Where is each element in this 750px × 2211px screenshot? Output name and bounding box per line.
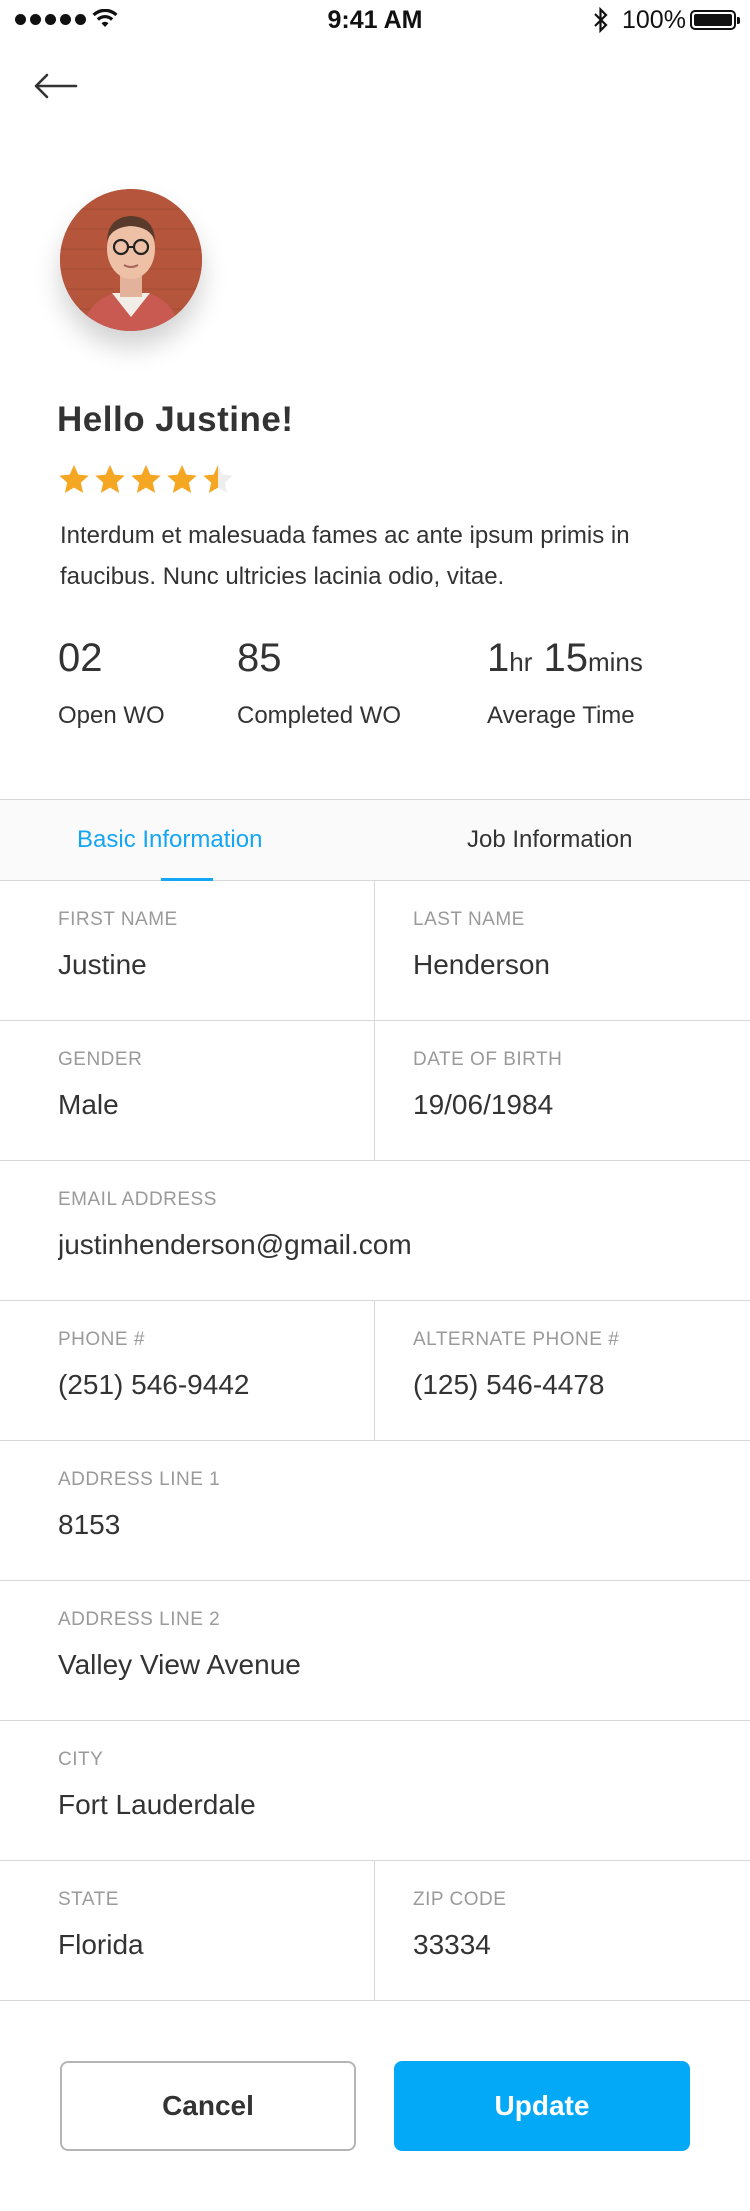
greeting-title: Hello Justine! xyxy=(57,400,294,439)
stat-open-wo-label: Open WO xyxy=(58,702,165,729)
form-row-address2: ADDRESS LINE 2 xyxy=(0,1581,750,1721)
form-row-address1: ADDRESS LINE 1 xyxy=(0,1441,750,1581)
battery-icon xyxy=(690,10,740,30)
last-name-label: LAST NAME xyxy=(413,909,525,930)
battery-percent: 100% xyxy=(622,6,686,34)
dob-field: DATE OF BIRTH xyxy=(375,1021,750,1160)
form-row-phones: PHONE # ALTERNATE PHONE # xyxy=(0,1301,750,1441)
city-label: CITY xyxy=(58,1749,104,1770)
star-icon xyxy=(59,465,89,493)
basic-information-form: FIRST NAME LAST NAME GENDER DATE OF BIRT… xyxy=(0,881,750,2001)
tab-job-information[interactable]: Job Information xyxy=(467,800,632,880)
tab-bar: Basic Information Job Information xyxy=(0,799,750,881)
last-name-input[interactable] xyxy=(413,949,713,981)
avatar xyxy=(60,189,202,331)
stat-minutes: 15 xyxy=(543,636,589,680)
star-icon xyxy=(131,465,161,493)
profile-bio: Interdum et malesuada fames ac ante ipsu… xyxy=(60,522,630,590)
form-row-state-zip: STATE ZIP CODE xyxy=(0,1861,750,2001)
zip-label: ZIP CODE xyxy=(413,1889,507,1910)
state-label: STATE xyxy=(58,1889,119,1910)
star-icon xyxy=(167,465,197,493)
update-button[interactable]: Update xyxy=(394,2061,690,2151)
stat-hours: 1 xyxy=(487,636,510,680)
zip-input[interactable] xyxy=(413,1929,713,1961)
stat-completed-wo-value: 85 xyxy=(237,636,282,680)
email-label: EMAIL ADDRESS xyxy=(58,1189,217,1210)
stat-open-wo-value: 02 xyxy=(58,636,103,680)
alt-phone-field: ALTERNATE PHONE # xyxy=(375,1301,750,1440)
address1-label: ADDRESS LINE 1 xyxy=(58,1469,221,1490)
address1-input[interactable] xyxy=(58,1509,698,1541)
form-row-gender-dob: GENDER DATE OF BIRTH xyxy=(0,1021,750,1161)
last-name-field: LAST NAME xyxy=(375,881,750,1020)
first-name-label: FIRST NAME xyxy=(58,909,178,930)
tab-basic-information[interactable]: Basic Information xyxy=(77,800,262,880)
state-input[interactable] xyxy=(58,1929,358,1961)
arrow-left-icon xyxy=(34,73,78,99)
alt-phone-label: ALTERNATE PHONE # xyxy=(413,1329,620,1350)
stat-average-time-value: 1hr 15mins xyxy=(487,630,643,686)
first-name-input[interactable] xyxy=(58,949,358,981)
form-row-name: FIRST NAME LAST NAME xyxy=(0,881,750,1021)
form-row-city: CITY xyxy=(0,1721,750,1861)
dob-label: DATE OF BIRTH xyxy=(413,1049,563,1070)
stat-hours-unit: hr xyxy=(509,647,533,677)
stat-completed-wo-label: Completed WO xyxy=(237,702,402,729)
rating-stars xyxy=(57,463,235,497)
back-button[interactable] xyxy=(34,66,82,106)
address2-field: ADDRESS LINE 2 xyxy=(0,1581,750,1720)
first-name-field: FIRST NAME xyxy=(0,881,375,1020)
city-input[interactable] xyxy=(58,1789,698,1821)
address2-input[interactable] xyxy=(58,1649,698,1681)
address2-label: ADDRESS LINE 2 xyxy=(58,1609,221,1630)
address1-field: ADDRESS LINE 1 xyxy=(0,1441,750,1580)
email-field: EMAIL ADDRESS xyxy=(0,1161,750,1300)
stat-average-time: 1hr 15mins Average Time xyxy=(487,630,643,730)
email-input[interactable] xyxy=(58,1229,698,1261)
phone-field: PHONE # xyxy=(0,1301,375,1440)
stat-completed-wo: 85 Completed WO xyxy=(237,630,401,730)
cancel-button[interactable]: Cancel xyxy=(60,2061,356,2151)
bluetooth-icon xyxy=(594,7,608,33)
stat-minutes-unit: mins xyxy=(588,647,643,677)
form-row-email: EMAIL ADDRESS xyxy=(0,1161,750,1301)
star-icon xyxy=(203,465,233,493)
star-icon xyxy=(95,465,125,493)
dob-input[interactable] xyxy=(413,1089,713,1121)
gender-field: GENDER xyxy=(0,1021,375,1160)
state-field: STATE xyxy=(0,1861,375,2000)
phone-input[interactable] xyxy=(58,1369,358,1401)
city-field: CITY xyxy=(0,1721,750,1860)
alt-phone-input[interactable] xyxy=(413,1369,713,1401)
stat-average-time-label: Average Time xyxy=(487,702,635,729)
gender-label: GENDER xyxy=(58,1049,143,1070)
status-bar: 9:41 AM 100% xyxy=(0,0,750,40)
phone-label: PHONE # xyxy=(58,1329,145,1350)
stat-open-wo: 02 Open WO xyxy=(58,630,165,730)
gender-input[interactable] xyxy=(58,1089,358,1121)
zip-field: ZIP CODE xyxy=(375,1861,750,2000)
